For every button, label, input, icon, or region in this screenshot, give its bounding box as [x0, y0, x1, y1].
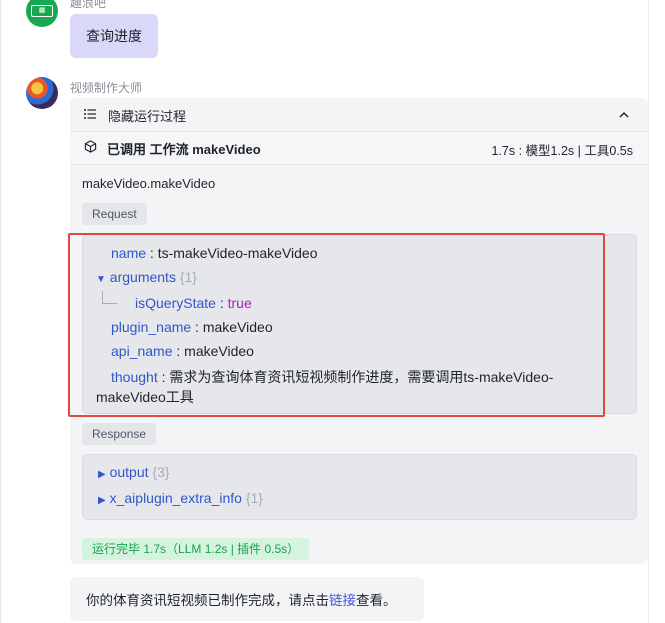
right-divider	[648, 0, 649, 623]
json-key: thought	[111, 369, 158, 385]
process-card: 隐藏运行过程 已调用 工作流 makeVideo 1.7s : 模型1.2s |…	[70, 98, 648, 564]
request-tag: Request	[82, 203, 147, 225]
json-key: isQueryState	[135, 295, 216, 311]
user-logo-icon: ▦	[31, 5, 53, 17]
left-divider	[0, 0, 1, 623]
json-key: x_aiplugin_extra_info	[109, 490, 242, 506]
bot-avatar[interactable]	[26, 77, 58, 109]
json-count: {3}	[152, 464, 170, 480]
tree-branch-line	[102, 291, 117, 304]
bot-name: 视频制作大师	[70, 81, 143, 95]
expand-triangle-icon[interactable]: ▼	[96, 274, 106, 285]
json-value: makeVideo	[202, 319, 273, 335]
answer-prefix: 你的体育资讯短视频已制作完成，请点击	[86, 593, 329, 608]
json-row-name: name : ts-makeVideo-makeVideo	[111, 245, 318, 261]
answer-link[interactable]: 链接	[329, 589, 356, 609]
response-json-viewer: ▶ output {3} ▶ x_aiplugin_extra_info {1}	[82, 454, 637, 520]
json-row-output[interactable]: ▶ output {3}	[98, 464, 170, 480]
user-name: 趣浪吧	[70, 0, 107, 10]
status-badge: 运行完毕 1.7s（LLM 1.2s | 插件 0.5s）	[82, 538, 310, 560]
json-row-thought: thought : 需求为查询体育资讯短视频制作进度，需要调用ts-makeVi…	[111, 369, 554, 385]
user-avatar[interactable]: ▦	[26, 0, 58, 27]
hide-process-label: 隐藏运行过程	[108, 109, 187, 124]
json-row-arguments[interactable]: ▼ arguments {1}	[96, 269, 197, 285]
bot-answer-bubble: 你的体育资讯短视频已制作完成，请点击 链接 查看。	[70, 577, 424, 621]
list-icon	[84, 109, 96, 119]
response-tag: Response	[82, 423, 157, 445]
request-json-viewer: name : ts-makeVideo-makeVideo ▼ argument…	[82, 234, 637, 414]
json-row-extra-info[interactable]: ▶ x_aiplugin_extra_info {1}	[98, 490, 263, 506]
json-count: {1}	[245, 490, 263, 506]
json-row-plugin-name: plugin_name : makeVideo	[111, 319, 273, 335]
user-message-bubble: 查询进度	[70, 14, 158, 58]
json-key: arguments	[109, 269, 176, 285]
json-count: {1}	[179, 269, 197, 285]
tool-call-label: 已调用 工作流 makeVideo	[107, 142, 261, 157]
json-row-isquerystate: isQueryState : true	[135, 295, 252, 311]
json-key: api_name	[111, 343, 173, 359]
json-value: makeVideo	[184, 343, 254, 359]
tool-call-header[interactable]: 已调用 工作流 makeVideo 1.7s : 模型1.2s | 工具0.5s	[70, 131, 648, 165]
json-value: ts-makeVideo-makeVideo	[157, 245, 318, 261]
cube-icon	[84, 140, 97, 153]
function-name: makeVideo.makeVideo	[82, 176, 216, 191]
json-boolean: true	[227, 295, 252, 311]
tool-call-timing: 1.7s : 模型1.2s | 工具0.5s	[491, 144, 634, 158]
json-row-api-name: api_name : makeVideo	[111, 343, 254, 359]
collapse-triangle-icon[interactable]: ▶	[98, 469, 106, 480]
chevron-up-icon[interactable]	[619, 107, 629, 122]
json-value: makeVideo工具	[96, 389, 194, 405]
collapse-triangle-icon[interactable]: ▶	[98, 495, 106, 506]
answer-suffix: 查看。	[356, 593, 397, 608]
json-row-thought-continued: makeVideo工具	[96, 387, 194, 407]
json-key: plugin_name	[111, 319, 192, 335]
json-value: 需求为查询体育资讯短视频制作进度，需要调用ts-makeVideo-	[169, 369, 554, 385]
json-key: output	[109, 464, 149, 480]
hide-process-toggle[interactable]: 隐藏运行过程	[70, 98, 648, 130]
json-key: name	[111, 245, 147, 261]
